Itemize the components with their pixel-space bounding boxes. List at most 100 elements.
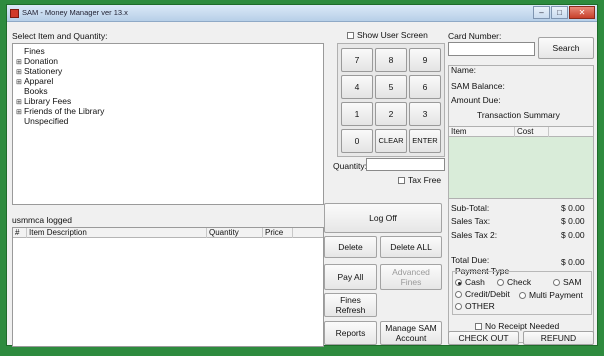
pay-all-button[interactable]: Pay All [324, 264, 377, 290]
advanced-fines-button[interactable]: Advanced Fines [380, 264, 442, 290]
payment-other[interactable]: OTHER [455, 301, 495, 311]
no-receipt-label: No Receipt Needed [485, 321, 560, 331]
key-4[interactable]: 4 [341, 75, 373, 99]
manage-sam-line1: Manage SAM [385, 323, 437, 333]
tree-item-unspecified[interactable]: Unspecified [16, 116, 68, 126]
radio-icon[interactable] [455, 291, 462, 298]
checkbox-icon[interactable] [347, 32, 354, 39]
payment-credit-label: Credit/Debit [465, 289, 510, 299]
card-number-input[interactable] [448, 42, 535, 56]
payment-cash[interactable]: Cash [455, 277, 485, 287]
window-title: SAM - Money Manager ver 13.x [22, 8, 128, 17]
key-2[interactable]: 2 [375, 102, 407, 126]
payment-sam[interactable]: SAM [553, 277, 581, 287]
fines-refresh-line2: Refresh [335, 305, 366, 315]
fines-refresh-button[interactable]: Fines Refresh [324, 293, 377, 317]
manage-sam-account-button[interactable]: Manage SAM Account [380, 321, 442, 345]
fines-refresh-line1: Fines [340, 295, 361, 305]
quantity-label: Quantity: [333, 161, 368, 171]
radio-selected-icon[interactable] [455, 279, 462, 286]
payment-check-label: Check [507, 277, 532, 287]
key-9[interactable]: 9 [409, 48, 441, 72]
payment-multi[interactable]: Multi Payment [519, 290, 583, 300]
sales-tax2-label: Sales Tax 2: [451, 230, 498, 240]
radio-icon[interactable] [553, 279, 560, 286]
no-receipt-needed[interactable]: No Receipt Needed [475, 321, 559, 331]
key-6[interactable]: 6 [409, 75, 441, 99]
col-cost[interactable]: Cost [515, 127, 549, 137]
summary-header: Item Cost [449, 127, 593, 137]
search-button[interactable]: Search [538, 37, 594, 59]
transaction-summary-list[interactable]: Item Cost [448, 126, 594, 199]
payment-check[interactable]: Check [497, 277, 531, 287]
show-user-screen[interactable]: Show User Screen [347, 30, 428, 40]
sales-tax2-value: $ 0.00 [561, 230, 585, 240]
subtotal-label: Sub-Total: [451, 203, 490, 213]
items-table[interactable]: # Item Description Quantity Price [12, 227, 324, 347]
subtotal-value: $ 0.00 [561, 203, 585, 213]
title-bar[interactable]: SAM - Money Manager ver 13.x – □ ✕ [7, 5, 597, 22]
tree-label: Select Item and Quantity: [12, 31, 108, 41]
minimize-icon[interactable]: – [533, 6, 550, 19]
tree-item-label: Fines [24, 46, 45, 56]
app-icon [10, 9, 19, 18]
transaction-summary-title: Transaction Summary [477, 110, 560, 120]
col-number[interactable]: # [13, 228, 27, 238]
payment-other-label: OTHER [465, 301, 495, 311]
payment-credit[interactable]: Credit/Debit [455, 289, 510, 299]
col-item-description[interactable]: Item Description [27, 228, 207, 238]
checkbox-icon[interactable] [398, 177, 405, 184]
tree-item-label: Stationery [24, 66, 63, 76]
advanced-fines-line2: Fines [400, 277, 422, 287]
advanced-fines-line1: Advanced [392, 267, 430, 277]
item-tree[interactable]: Fines ⊞ Donation ⊞ Stationery ⊞ Apparel Boo… [12, 43, 324, 205]
close-icon[interactable]: ✕ [569, 6, 595, 19]
sales-tax-value: $ 0.00 [561, 216, 585, 226]
tax-free[interactable]: Tax Free [398, 175, 441, 185]
manage-sam-line2: Account [395, 333, 427, 343]
tree-item-label: Donation [24, 56, 59, 66]
total-due-label: Total Due: [451, 255, 490, 265]
radio-icon[interactable] [455, 303, 462, 310]
key-5[interactable]: 5 [375, 75, 407, 99]
tree-item-label: Friends of the Library [24, 106, 105, 116]
key-3[interactable]: 3 [409, 102, 441, 126]
col-price[interactable]: Price [263, 228, 293, 238]
reports-button[interactable]: Reports [324, 321, 377, 345]
keypad: 7 8 9 4 5 6 1 2 3 0 CLEAR ENTER [337, 43, 445, 157]
checkbox-icon[interactable] [475, 323, 482, 330]
tree-item-label: Unspecified [24, 116, 69, 126]
key-0[interactable]: 0 [341, 129, 373, 153]
delete-button[interactable]: Delete [324, 236, 377, 258]
tree-item-label: Library Fees [24, 96, 72, 106]
maximize-icon[interactable]: □ [551, 6, 568, 19]
app-window: SAM - Money Manager ver 13.x – □ ✕ Selec… [6, 4, 598, 347]
key-7[interactable]: 7 [341, 48, 373, 72]
tree-item-label: Books [24, 86, 48, 96]
col-quantity[interactable]: Quantity [207, 228, 263, 238]
enter-button[interactable]: ENTER [409, 129, 441, 153]
name-label: Name: [451, 65, 477, 75]
total-due-value: $ 0.00 [561, 257, 585, 267]
radio-icon[interactable] [519, 292, 526, 299]
tree-item-books[interactable]: Books [16, 86, 48, 96]
card-number-label: Card Number: [448, 31, 502, 41]
sales-tax-label: Sales Tax: [451, 216, 491, 226]
tree-item-fines[interactable]: Fines [16, 46, 45, 56]
log-off-button[interactable]: Log Off [324, 203, 442, 233]
radio-icon[interactable] [497, 279, 504, 286]
delete-all-button[interactable]: Delete ALL [380, 236, 442, 258]
key-1[interactable]: 1 [341, 102, 373, 126]
tree-item-label: Apparel [24, 76, 54, 86]
payment-cash-label: Cash [465, 277, 485, 287]
logged-status: usmmca logged [12, 215, 73, 225]
quantity-input[interactable] [366, 158, 445, 171]
clear-button[interactable]: CLEAR [375, 129, 407, 153]
payment-multi-label: Multi Payment [529, 290, 583, 300]
check-out-button[interactable]: CHECK OUT [448, 331, 519, 345]
key-8[interactable]: 8 [375, 48, 407, 72]
refund-button[interactable]: REFUND [523, 331, 594, 345]
sam-balance-label: SAM Balance: [451, 81, 505, 91]
col-item[interactable]: Item [449, 127, 515, 137]
tax-free-label: Tax Free [408, 175, 442, 185]
